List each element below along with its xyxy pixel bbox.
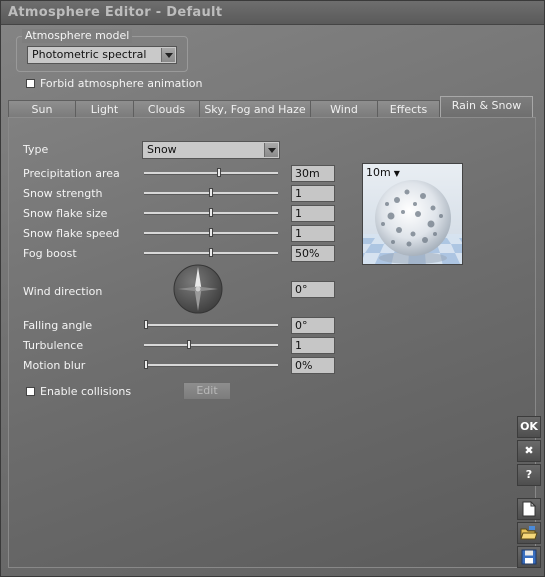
falling-angle-slider-handle[interactable] [144, 320, 148, 329]
tab-sun[interactable]: Sun [8, 100, 76, 118]
window-title: Atmosphere Editor - Default [8, 5, 223, 20]
type-label: Type [23, 143, 49, 156]
falling-angle-slider[interactable] [144, 324, 278, 327]
compass-icon [173, 264, 223, 314]
fog-boost-value[interactable]: 50% [291, 245, 335, 262]
dropdown-arrow-icon [264, 143, 278, 157]
fog-boost-slider-handle[interactable] [209, 248, 213, 257]
ok-button[interactable]: OK [517, 416, 541, 438]
tab-sky-fog-haze[interactable]: Sky, Fog and Haze [199, 100, 311, 118]
open-folder-icon [520, 526, 538, 540]
turbulence-slider-handle[interactable] [186, 340, 191, 349]
tab-light[interactable]: Light [75, 100, 134, 118]
tab-effects[interactable]: Effects [377, 100, 440, 118]
help-icon: ? [525, 468, 533, 481]
enable-collisions-label: Enable collisions [40, 385, 132, 398]
wind-direction-value[interactable]: 0° [291, 281, 335, 298]
tab-wind[interactable]: Wind [310, 100, 378, 118]
motion-blur-slider[interactable] [144, 364, 278, 367]
tab-clouds[interactable]: Clouds [133, 100, 200, 118]
turbulence-value[interactable]: 1 [291, 337, 335, 354]
title-bar[interactable]: Atmosphere Editor - Default [1, 1, 544, 25]
precipitation-area-slider-handle[interactable] [216, 168, 221, 177]
snow-flake-size-label: Snow flake size [23, 207, 108, 220]
tab-rain-snow[interactable]: Rain & Snow [440, 96, 533, 118]
precipitation-type-value: Snow [147, 143, 177, 156]
fog-boost-label: Fog boost [23, 247, 77, 260]
snow-flake-size-slider-handle[interactable] [209, 208, 213, 217]
new-button[interactable] [517, 498, 541, 520]
forbid-animation-checkbox[interactable] [26, 79, 35, 88]
snow-flake-size-value[interactable]: 1 [291, 205, 335, 222]
turbulence-label: Turbulence [23, 339, 84, 352]
new-document-icon [522, 500, 537, 517]
falling-angle-value[interactable]: 0° [291, 317, 335, 334]
atmosphere-model-dropdown[interactable]: Photometric spectral [27, 46, 177, 64]
turbulence-slider[interactable] [144, 344, 278, 347]
precipitation-area-value[interactable]: 30m [291, 165, 335, 182]
cancel-button[interactable]: ✖ [517, 440, 541, 462]
preview-distance-selector[interactable]: 10m ▼ [366, 166, 400, 181]
atmosphere-model-value: Photometric spectral [32, 48, 147, 61]
open-button[interactable] [517, 522, 541, 544]
snow-strength-slider-handle[interactable] [209, 188, 213, 197]
falling-angle-label: Falling angle [23, 319, 93, 332]
wind-direction-label: Wind direction [23, 285, 103, 298]
snow-flake-speed-value[interactable]: 1 [291, 225, 335, 242]
edit-collisions-button[interactable]: Edit [183, 382, 231, 400]
snow-strength-value[interactable]: 1 [291, 185, 335, 202]
wind-direction-compass[interactable] [173, 264, 223, 314]
dropdown-arrow-icon [161, 48, 175, 62]
close-icon: ✖ [524, 444, 534, 457]
motion-blur-slider-handle[interactable] [144, 360, 148, 369]
snow-flake-speed-label: Snow flake speed [23, 227, 120, 240]
snow-preview[interactable]: 10m ▼ [362, 163, 463, 265]
tab-bar: Sun Light Clouds Sky, Fog and Haze Wind … [8, 96, 536, 118]
save-button[interactable] [517, 546, 541, 568]
preview-distance-value: 10m [366, 166, 391, 179]
precipitation-area-label: Precipitation area [23, 167, 120, 180]
enable-collisions-checkbox[interactable] [26, 387, 35, 396]
dropdown-arrow-icon: ▼ [393, 169, 400, 178]
forbid-animation-label: Forbid atmosphere animation [40, 77, 203, 90]
precipitation-area-slider[interactable] [144, 172, 278, 175]
motion-blur-label: Motion blur [23, 359, 86, 372]
atmosphere-model-label: Atmosphere model [22, 29, 133, 43]
snow-strength-label: Snow strength [23, 187, 103, 200]
precipitation-type-dropdown[interactable]: Snow [142, 141, 280, 159]
help-button[interactable]: ? [517, 464, 541, 486]
snow-flake-speed-slider-handle[interactable] [209, 228, 213, 237]
motion-blur-value[interactable]: 0% [291, 357, 335, 374]
save-disk-icon [521, 549, 537, 565]
atmosphere-editor-window: Atmosphere Editor - Default Atmosphere m… [0, 0, 545, 577]
